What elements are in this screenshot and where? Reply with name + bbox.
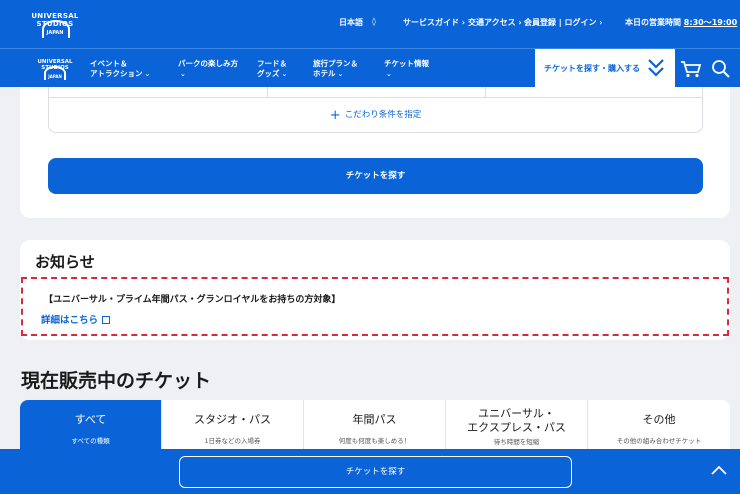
nav-item-line2: アトラクション [90,69,143,78]
nav-item-line1: パークの楽しみ方 [178,59,238,68]
tab-label: スタジオ・パス [194,413,271,426]
tab-label: その他 [642,413,676,426]
language-selector[interactable]: 日本語 [339,17,363,28]
double-chevron-down-icon [648,59,664,77]
language-arrow-icon[interactable]: ◊ [372,17,376,26]
notice-title: お知らせ [35,253,95,271]
tab-label: 年間パス [352,413,397,426]
more-conditions-toggle[interactable]: + こだわり条件を指定 [49,108,702,123]
search-icon[interactable] [711,59,731,79]
more-conditions-label: こだわり条件を指定 [344,110,422,120]
tickets-section-title: 現在販売中のチケット [21,370,212,392]
divider [267,87,268,97]
nav-item-line1: 旅行プラン＆ [313,59,358,68]
tab-label: ユニバーサル・ エクスプレス・パス [467,407,566,434]
notice-link-label: 詳細はこちら [41,315,99,326]
service-guide-link[interactable]: サービスガイド › [403,17,465,28]
find-buy-label: チケットを探す・購入する [544,64,640,73]
sticky-bottom-bar: チケットを探す [0,449,740,494]
tab-sub: すべての種類 [71,437,110,445]
logo-sub: JAPAN [46,30,64,36]
nav-item-tickets[interactable]: チケット情報 ⌄ [384,59,429,79]
notice-details-link[interactable]: 詳細はこちら [41,312,111,326]
nav-item-events[interactable]: イベント＆ アトラクション ⌄ [90,59,150,79]
nav-item-line2: グッズ [257,69,280,78]
external-link-icon [102,316,111,324]
chevron-down-icon: ⌄ [281,70,288,78]
nav-item-line2: ホテル [313,69,336,78]
notice-card: お知らせ 【ユニバーサル・プライム年間パス・グランロイヤルをお持ちの方対象】 詳… [20,240,730,340]
member-login-link[interactable]: 会員登録 | ログイン › [524,17,603,28]
opening-hours[interactable]: 本日の営業時間 8:30〜19:00 [625,17,737,28]
cart-icon[interactable] [680,60,702,78]
nav-item-line1: イベント＆ [90,59,128,68]
chevron-up-icon[interactable] [711,465,727,475]
notice-text: 【ユニバーサル・プライム年間パス・グランロイヤルをお持ちの方対象】 [44,295,341,305]
nav-logo[interactable]: UNIVERSAL STUDIOS JAPAN [30,55,80,83]
nav-item-line1: フード＆ [257,59,287,68]
sticky-find-ticket-button[interactable]: チケットを探す [179,456,572,488]
hours-label: 本日の営業時間 [625,18,684,27]
tab-sub: 1日券などの入場券 [204,437,261,445]
find-buy-ticket-button[interactable]: チケットを探す・購入する [535,49,675,88]
nav-item-food[interactable]: フード＆ グッズ ⌄ [257,59,287,79]
conditions-box: + こだわり条件を指定 [48,87,703,133]
usj-logo[interactable]: UNIVERSAL STUDIOS JAPAN [20,8,90,40]
divider [485,87,486,97]
notice-highlight-box: 【ユニバーサル・プライム年間パス・グランロイヤルをお持ちの方対象】 詳細はこちら [21,277,729,336]
chevron-down-icon: ⌄ [337,70,344,78]
tab-label: すべて [74,413,107,426]
main-nav: UNIVERSAL STUDIOS JAPAN イベント＆ アトラクション ⌄ パ… [0,48,740,88]
nav-item-line1: チケット情報 [384,59,429,68]
divider [49,97,702,98]
plus-icon: + [329,108,341,123]
top-header: UNIVERSAL STUDIOS JAPAN 日本語 ◊ サービスガイド › … [0,0,740,48]
hours-time[interactable]: 8:30〜19:00 [684,18,737,27]
chevron-down-icon: ⌄ [180,70,186,78]
tab-sub: その他の組み合わせチケット [616,437,702,445]
find-ticket-button[interactable]: チケットを探す [48,158,703,194]
nav-logo-sub: JAPAN [48,74,62,79]
chevron-down-icon: ⌄ [386,70,392,78]
ticket-search-card: + こだわり条件を指定 チケットを探す [20,87,730,218]
access-link[interactable]: 交通アクセス › [468,17,522,28]
nav-item-enjoy[interactable]: パークの楽しみ方 ⌄ [178,59,238,79]
chevron-down-icon: ⌄ [144,70,151,78]
nav-item-travel[interactable]: 旅行プラン＆ ホテル ⌄ [313,59,358,79]
tab-sub: 待ち時間を短縮 [493,438,540,446]
tab-sub: 何度も何度も楽しめる！ [338,437,411,445]
